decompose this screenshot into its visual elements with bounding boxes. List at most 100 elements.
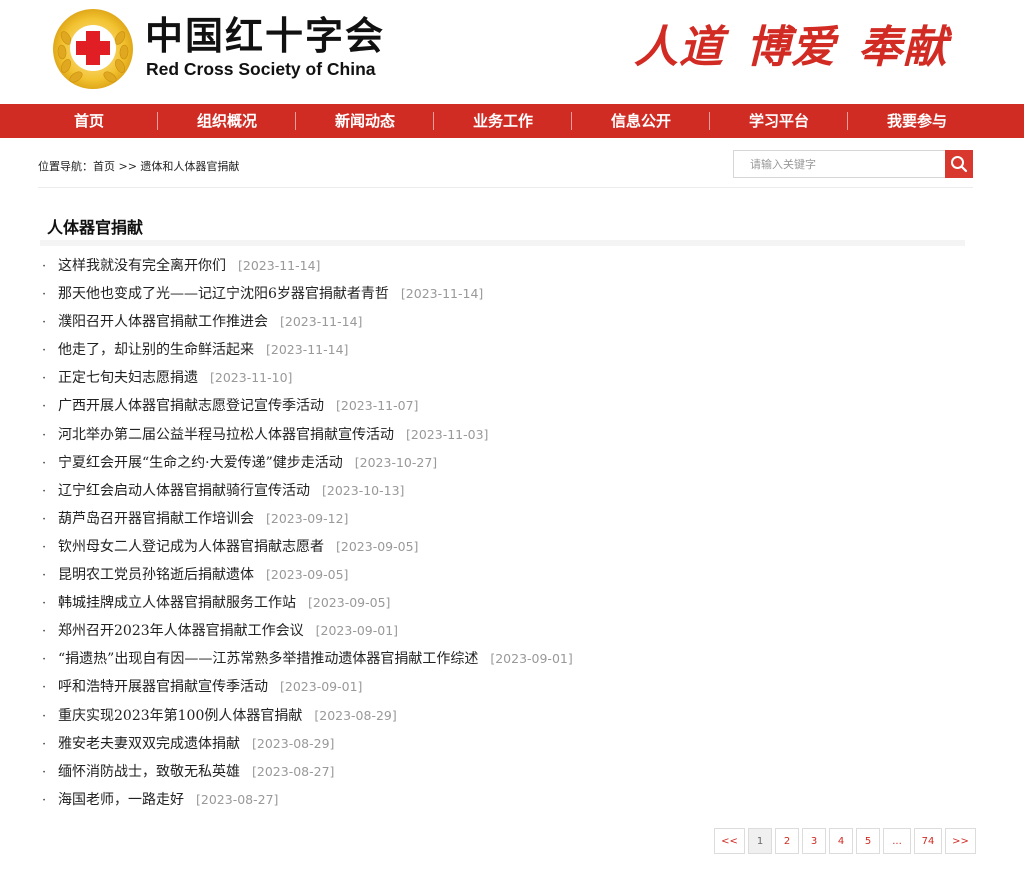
news-link[interactable]: 重庆实现2023年第100例人体器官捐献 (58, 708, 302, 724)
news-date: [2023-09-12] (266, 510, 349, 526)
title-underline (40, 240, 965, 246)
nav-item-disclosure[interactable]: 信息公开 (572, 104, 710, 138)
bullet: · (42, 624, 47, 640)
bullet: · (42, 399, 47, 415)
news-link[interactable]: 郑州召开2023年人体器官捐献工作会议 (58, 623, 304, 639)
nav-item-participate[interactable]: 我要参与 (848, 104, 986, 138)
page-ellipsis[interactable]: ... (883, 828, 911, 854)
breadcrumb-row: 位置导航：首页 >> 遗体和人体器官捐献 (38, 150, 973, 188)
bullet: · (42, 483, 47, 499)
news-link[interactable]: 这样我就没有完全离开你们 (58, 258, 226, 274)
nav-item-business[interactable]: 业务工作 (434, 104, 572, 138)
breadcrumb[interactable]: 位置导航：首页 >> 遗体和人体器官捐献 (38, 158, 239, 174)
bullet: · (42, 371, 47, 387)
news-date: [2023-08-27] (252, 763, 335, 779)
list-item: · 广西开展人体器官捐献志愿登记宣传季活动 [2023-11-07] (42, 392, 972, 420)
news-link[interactable]: 辽宁红会启动人体器官捐献骑行宣传活动 (58, 483, 310, 499)
search-input[interactable] (733, 150, 945, 178)
list-item: · 呼和浩特开展器官捐献宣传季活动 [2023-09-01] (42, 673, 972, 701)
nav-item-learning[interactable]: 学习平台 (710, 104, 848, 138)
bullet: · (42, 455, 47, 471)
list-item: · 昆明农工党员孙铭逝后捐献遗体 [2023-09-05] (42, 561, 972, 589)
logo-chinese-name[interactable]: 中国红十字会 (145, 14, 385, 58)
news-date: [2023-11-14] (280, 314, 363, 330)
news-date: [2023-11-14] (400, 286, 484, 302)
news-date: [2023-09-05] (336, 538, 419, 554)
news-date: [2023-11-03] (406, 426, 489, 442)
list-item: · 这样我就没有完全离开你们 [2023-11-14] (42, 252, 972, 280)
red-cross-emblem-icon[interactable] (52, 8, 134, 90)
news-link[interactable]: 韩城挂牌成立人体器官捐献服务工作站 (58, 595, 296, 611)
bullet: · (42, 792, 47, 808)
list-item: · “捐遗热”出现自有因——江苏常熟多举措推动遗体器官捐献工作综述 [2023-09… (42, 645, 972, 673)
news-date: [2023-11-07] (336, 398, 419, 414)
bullet: · (42, 764, 47, 780)
news-date: [2023-09-05] (266, 567, 349, 583)
news-list: · 这样我就没有完全离开你们 [2023-11-14] · 那天他也变成了光——记辽宁沈… (42, 252, 972, 814)
news-link[interactable]: 钦州母女二人登记成为人体器官捐献志愿者 (58, 539, 324, 555)
news-link[interactable]: 濮阳召开人体器官捐献工作推进会 (58, 314, 268, 330)
page-button[interactable]: 5 (856, 828, 880, 854)
search-icon (951, 156, 968, 173)
news-link[interactable]: 宁夏红会开展“生命之约·大爱传递”健步走活动 (58, 455, 343, 471)
news-date: [2023-11-10] (210, 370, 293, 386)
list-item: · 宁夏红会开展“生命之约·大爱传递”健步走活动 [2023-10-27] (42, 449, 972, 477)
pagination: << 1 2 3 4 5... 74 >> (714, 828, 976, 854)
list-item: · 重庆实现2023年第100例人体器官捐献 [2023-08-29] (42, 702, 972, 730)
news-date: [2023-09-01] (490, 651, 573, 667)
news-link[interactable]: 海国老师，一路走好 (58, 792, 184, 808)
page-button[interactable]: 3 (802, 828, 826, 854)
news-link[interactable]: 葫芦岛召开器官捐献工作培训会 (58, 511, 254, 527)
bullet: · (42, 511, 47, 527)
list-item: · 那天他也变成了光——记辽宁沈阳6岁器官捐献者青哲 [2023-11-14] (42, 280, 972, 308)
news-link[interactable]: 河北举办第二届公益半程马拉松人体器官捐献宣传活动 (58, 427, 394, 443)
news-date: [2023-11-14] (238, 258, 321, 273)
list-item: · 葫芦岛召开器官捐献工作培训会 [2023-09-12] (42, 505, 972, 533)
site-header: 中国红十字会 Red Cross Society of China 人道 博爱 奉献 (0, 0, 1024, 104)
news-date: [2023-11-14] (266, 342, 349, 358)
slogan-word: 博爱 (746, 22, 836, 73)
nav-item-organization[interactable]: 组织概况 (158, 104, 296, 138)
news-date: [2023-08-27] (196, 791, 279, 807)
list-item: · 濮阳召开人体器官捐献工作推进会 [2023-11-14] (42, 308, 972, 336)
list-item: · 缅怀消防战士，致敬无私英雄 [2023-08-27] (42, 758, 972, 786)
section-title: 人体器官捐献 (47, 218, 144, 237)
bullet: · (42, 680, 47, 696)
list-item: · 雅安老夫妻双双完成遗体捐献 [2023-08-29] (42, 730, 972, 758)
news-date: [2023-09-01] (280, 679, 363, 695)
bullet: · (42, 315, 47, 331)
news-date: [2023-08-29] (252, 735, 335, 751)
page-button[interactable]: 1 (748, 828, 772, 854)
next-page-button[interactable]: >> (945, 828, 976, 854)
news-link[interactable]: 雅安老夫妻双双完成遗体捐献 (58, 736, 240, 752)
bullet: · (42, 596, 47, 612)
news-link[interactable]: 昆明农工党员孙铭逝后捐献遗体 (58, 567, 254, 583)
bullet: · (42, 343, 47, 359)
news-date: [2023-09-05] (308, 595, 391, 611)
search-box (733, 150, 973, 178)
slogan-word: 奉献 (858, 22, 948, 73)
prev-page-button[interactable]: << (714, 828, 745, 854)
news-link[interactable]: 呼和浩特开展器官捐献宣传季活动 (58, 679, 268, 695)
news-link[interactable]: 正定七旬夫妇志愿捐遗 (58, 370, 198, 386)
bullet: · (42, 736, 47, 752)
nav-item-news[interactable]: 新闻动态 (296, 104, 434, 138)
news-link[interactable]: 他走了，却让别的生命鲜活起来 (58, 342, 254, 358)
page-button[interactable]: 74 (914, 828, 942, 854)
news-link[interactable]: 那天他也变成了光——记辽宁沈阳6岁器官捐献者青哲 (58, 286, 389, 302)
bullet: · (42, 652, 47, 668)
nav-item-home[interactable]: 首页 (20, 104, 158, 138)
page-button[interactable]: 4 (829, 828, 853, 854)
news-link[interactable]: 广西开展人体器官捐献志愿登记宣传季活动 (58, 398, 324, 414)
news-link[interactable]: 缅怀消防战士，致敬无私英雄 (58, 764, 240, 780)
list-item: · 河北举办第二届公益半程马拉松人体器官捐献宣传活动 [2023-11-03] (42, 421, 972, 449)
news-link[interactable]: “捐遗热”出现自有因——江苏常熟多举措推动遗体器官捐献工作综述 (58, 651, 478, 667)
search-button[interactable] (945, 150, 973, 178)
slogan-word: 人道 (634, 22, 724, 73)
page-button[interactable]: 2 (775, 828, 799, 854)
logo-english-name[interactable]: Red Cross Society of China (146, 58, 376, 80)
news-date: [2023-10-27] (354, 454, 438, 470)
news-date: [2023-09-01] (315, 623, 399, 639)
list-item: · 正定七旬夫妇志愿捐遗 [2023-11-10] (42, 364, 972, 392)
list-item: · 韩城挂牌成立人体器官捐献服务工作站 [2023-09-05] (42, 589, 972, 617)
